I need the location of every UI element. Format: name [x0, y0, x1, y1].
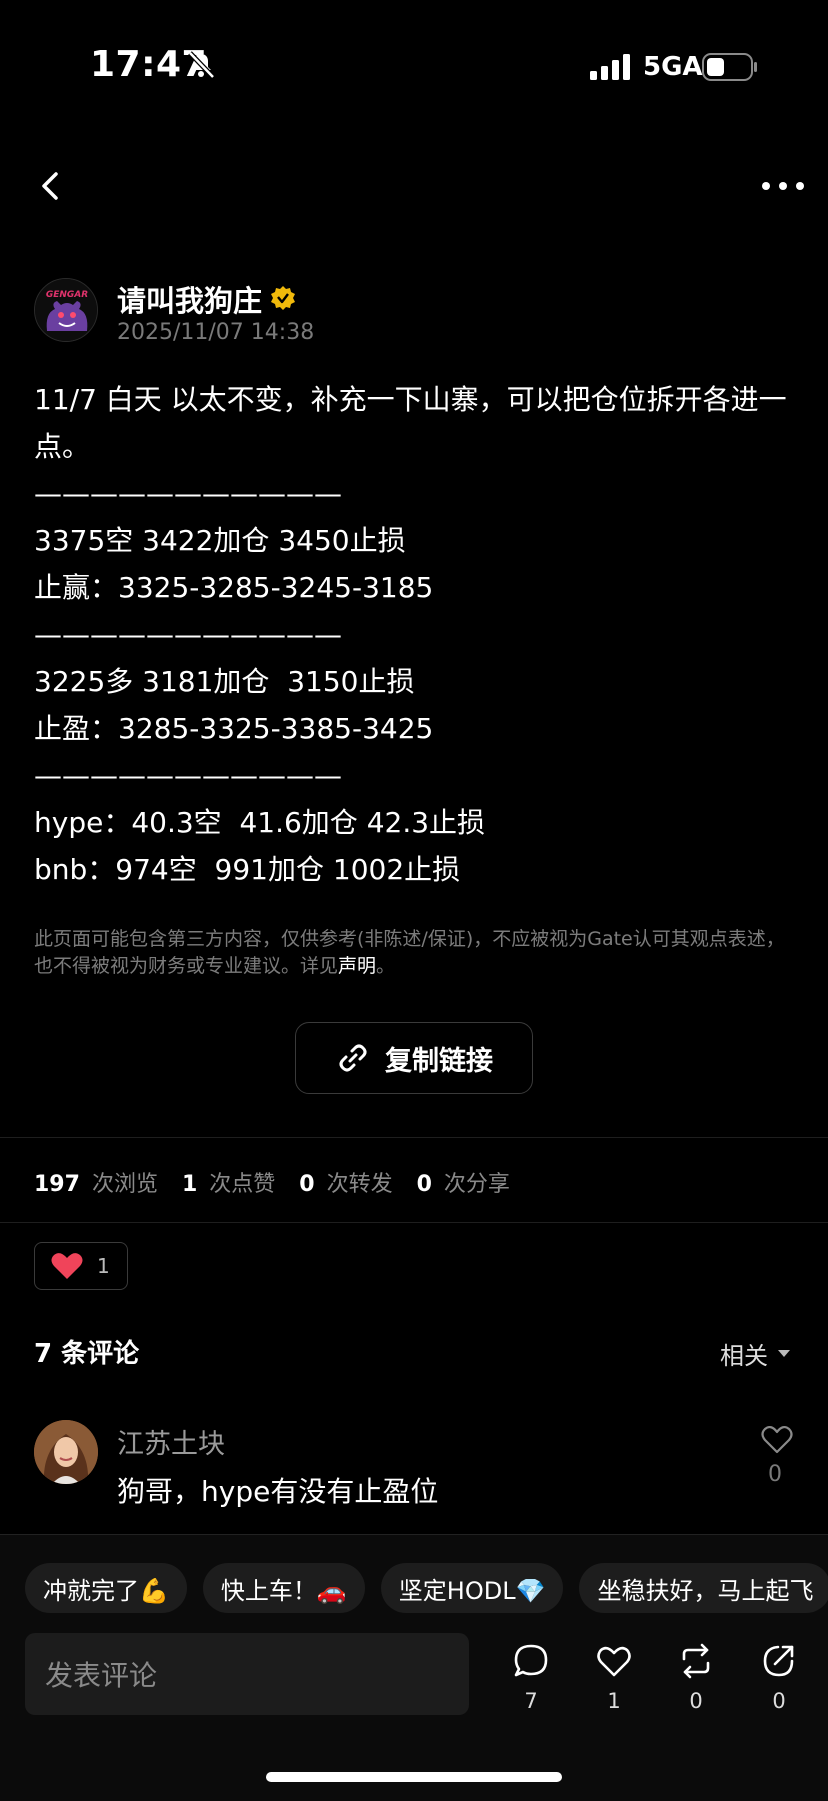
quick-reply-chip[interactable]: 快上车！🚗 — [202, 1563, 365, 1613]
comment-text: 狗哥，hype有没有止盈位 — [117, 1475, 439, 1508]
copy-link-label: 复制链接 — [385, 1045, 493, 1077]
more-dots-icon[interactable] — [760, 172, 806, 200]
sort-label: 相关 — [720, 1342, 768, 1370]
link-icon — [339, 1044, 367, 1072]
quick-reply-chip[interactable]: 坚定HODL💎 — [380, 1563, 564, 1613]
home-indicator[interactable] — [266, 1772, 562, 1782]
quick-replies: 冲就完了💪 快上车！🚗 坚定HODL💎 坐稳扶好，马上起飞 — [25, 1563, 828, 1613]
post-line: ——————————— — [34, 618, 342, 651]
svg-text:GENGAR: GENGAR — [46, 290, 88, 300]
views-label: 次浏览 — [91, 1172, 158, 1197]
post-line: 3225多 3181加仓 3150止损 — [34, 665, 415, 698]
quick-reply-chip[interactable]: 坐稳扶好，马上起飞 — [579, 1563, 828, 1613]
post-line: 11/7 白天 以太不变，补充一下山寨，可以把仓位拆开各进一点。 — [34, 383, 787, 463]
divider — [0, 1222, 828, 1223]
views-count: 197 — [34, 1172, 80, 1197]
likes-count: 1 — [181, 1172, 198, 1197]
comment-composer-panel: 冲就完了💪 快上车！🚗 坚定HODL💎 坐稳扶好，马上起飞 发表评论 7 1 0 — [0, 1534, 828, 1801]
post-line: ——————————— — [34, 759, 342, 792]
comment-count: 7 — [524, 1689, 538, 1713]
disclaimer: 此页面可能包含第三方内容，仅供参考(非陈述/保证)，不应被视为Gate认可其观点… — [34, 926, 794, 980]
heart-outline-icon[interactable] — [760, 1422, 794, 1456]
share-count: 0 — [772, 1689, 786, 1713]
comment-item: 江苏土块 狗哥，hype有没有止盈位 0 — [34, 1420, 794, 1530]
post-line: bnb：974空 991加仓 1002止损 — [34, 853, 461, 886]
comments-title: 7 条评论 — [34, 1339, 140, 1369]
post-line: hype：40.3空 41.6加仓 42.3止损 — [34, 806, 486, 839]
heart-outline-icon — [597, 1646, 631, 1677]
status-bar: 17:47 5GA — [0, 0, 828, 130]
disclaimer-text: 此页面可能包含第三方内容，仅供参考(非陈述/保证)，不应被视为Gate认可其观点… — [34, 928, 785, 977]
disclaimer-end: 。 — [376, 955, 396, 977]
quick-reply-chip[interactable]: 冲就完了💪 — [25, 1563, 187, 1613]
network-label: 5GA — [643, 52, 703, 82]
post-line: 止赢：3325-3285-3245-3185 — [34, 571, 434, 604]
post-content: 11/7 白天 以太不变，补充一下山寨，可以把仓位拆开各进一点。 ———————… — [34, 376, 794, 893]
repost-action[interactable]: 0 — [666, 1643, 726, 1723]
like-action[interactable]: 1 — [584, 1643, 644, 1723]
copy-link-button[interactable]: 复制链接 — [295, 1022, 533, 1094]
author-avatar[interactable]: GENGAR — [34, 278, 98, 342]
battery-icon — [702, 53, 757, 81]
reaction-count: 1 — [97, 1254, 110, 1278]
comment-input[interactable]: 发表评论 — [25, 1633, 469, 1715]
post-line: ——————————— — [34, 477, 342, 510]
reposts-label: 次转发 — [326, 1172, 393, 1197]
divider — [0, 1137, 828, 1138]
caret-down-icon — [778, 1350, 790, 1357]
post-author[interactable]: GENGAR 请叫我狗庄 2025/11/07 14:38 — [34, 278, 794, 348]
post-datetime: 2025/11/07 14:38 — [117, 320, 315, 345]
post-line: 止盈：3285-3325-3385-3425 — [34, 712, 434, 745]
comment-action[interactable]: 7 — [501, 1643, 561, 1723]
share-action[interactable]: 0 — [749, 1643, 809, 1723]
reposts-count: 0 — [299, 1172, 315, 1197]
bell-slash-icon — [188, 51, 215, 79]
heart-reaction-button[interactable]: 1 — [34, 1242, 128, 1290]
repost-count: 0 — [689, 1689, 703, 1713]
author-name[interactable]: 请叫我狗庄 — [117, 278, 262, 320]
post-line: 3375空 3422加仓 3450止损 — [34, 524, 406, 557]
sort-dropdown[interactable]: 相关 — [720, 1336, 790, 1371]
shares-label: 次分享 — [443, 1172, 510, 1197]
repost-icon — [682, 1643, 710, 1679]
commenter-avatar[interactable] — [34, 1420, 98, 1484]
like-count: 1 — [607, 1689, 621, 1713]
signal-icon — [590, 54, 630, 80]
verified-icon — [271, 286, 295, 310]
likes-label: 次点赞 — [209, 1172, 276, 1197]
comment-like-count: 0 — [768, 1462, 782, 1487]
post-stats: 197 次浏览 1 次点赞 0 次转发 0 次分享 — [34, 1166, 534, 1198]
shares-count: 0 — [416, 1172, 432, 1197]
comment-icon — [514, 1644, 548, 1677]
disclaimer-link[interactable]: 声明 — [338, 955, 376, 977]
heart-icon — [51, 1253, 83, 1279]
chevron-left-icon[interactable] — [34, 166, 64, 206]
commenter-name[interactable]: 江苏土块 — [117, 1422, 225, 1461]
share-icon — [763, 1645, 794, 1677]
